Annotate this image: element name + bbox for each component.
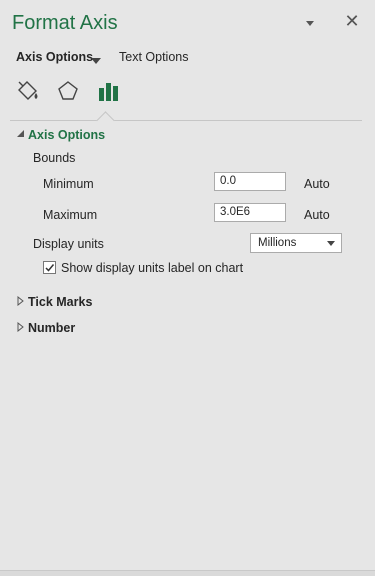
triangle-down-icon: [91, 58, 101, 64]
fill-line-button[interactable]: [14, 77, 42, 105]
effects-pentagon-icon: [58, 81, 78, 100]
section-axis-options-label: Axis Options: [28, 128, 106, 142]
bounds-label: Bounds: [33, 151, 76, 165]
show-units-label-checkbox[interactable]: [43, 261, 56, 274]
checkmark-icon: [45, 264, 55, 272]
chevron-down-icon: [306, 21, 314, 26]
active-category-pointer: [96, 111, 115, 130]
maximum-label: Maximum: [43, 208, 98, 222]
section-axis-options-header[interactable]: Axis Options: [16, 128, 105, 142]
bar-chart-icon: [99, 83, 118, 101]
category-separator: [10, 120, 362, 121]
show-units-label-text[interactable]: Show display units label on chart: [61, 261, 243, 275]
display-units-label: Display units: [33, 237, 104, 251]
fill-line-icon: [18, 81, 38, 100]
pane-title: Format Axis: [12, 12, 118, 34]
display-units-select[interactable]: Millions: [250, 233, 342, 253]
format-axis-pane: Format Axis ✕ Axis Options Text Options: [0, 0, 375, 576]
section-number-label: Number: [28, 321, 76, 335]
close-pane-button[interactable]: ✕: [343, 12, 361, 30]
section-tick-marks-label: Tick Marks: [28, 295, 93, 309]
maximum-auto-button[interactable]: Auto: [304, 208, 330, 222]
tab-axis-options-dropdown[interactable]: [90, 53, 102, 64]
tab-axis-options[interactable]: Axis Options: [16, 50, 93, 64]
collapsed-triangle-icon: [16, 321, 28, 335]
tab-text-options[interactable]: Text Options: [119, 50, 188, 64]
minimum-label: Minimum: [43, 177, 94, 191]
chevron-down-icon: [327, 241, 335, 246]
effects-button[interactable]: [54, 77, 82, 105]
maximum-input[interactable]: 3.0E6: [214, 203, 286, 222]
minimum-auto-button[interactable]: Auto: [304, 177, 330, 191]
pane-options-dropdown[interactable]: [303, 16, 317, 30]
axis-options-button[interactable]: [95, 77, 123, 105]
pane-bottom-border: [0, 570, 375, 576]
collapsed-triangle-icon: [16, 295, 28, 309]
section-number-header[interactable]: Number: [16, 321, 75, 335]
expanded-triangle-icon: [16, 128, 28, 142]
display-units-value: Millions: [258, 237, 297, 249]
minimum-input[interactable]: 0.0: [214, 172, 286, 191]
close-icon: ✕: [344, 11, 360, 31]
section-tick-marks-header[interactable]: Tick Marks: [16, 295, 92, 309]
